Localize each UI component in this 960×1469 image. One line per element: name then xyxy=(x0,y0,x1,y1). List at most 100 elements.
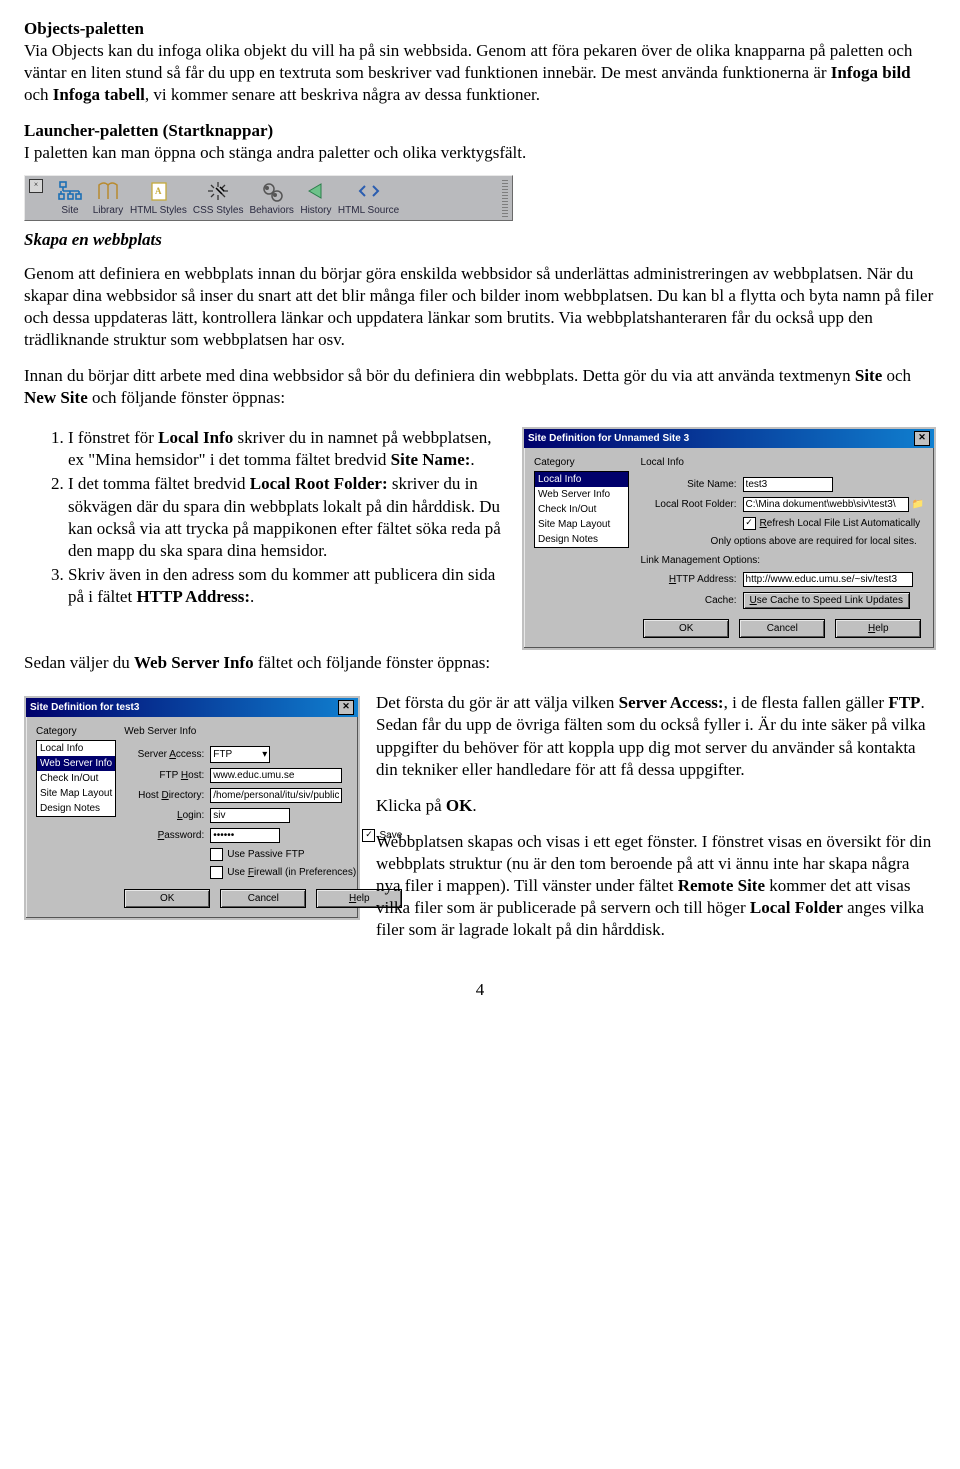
category-web-server-info[interactable]: Web Server Info xyxy=(535,487,628,502)
chevron-down-icon: ▾ xyxy=(262,748,267,761)
cssstyles-icon xyxy=(203,179,233,203)
cancel-button[interactable]: Cancel xyxy=(739,619,825,638)
close-icon[interactable]: ✕ xyxy=(914,431,930,446)
launcher-para: I paletten kan man öppna och stänga andr… xyxy=(24,143,526,162)
s4p3d: Local Folder xyxy=(750,898,843,917)
login-label: Login: xyxy=(124,809,204,822)
category-list[interactable]: Local Info Web Server Info Check In/Out … xyxy=(36,740,116,817)
sitename-input[interactable] xyxy=(743,477,833,492)
cancel-button[interactable]: Cancel xyxy=(220,889,306,908)
history-icon xyxy=(301,179,331,203)
pwd-label: Password: xyxy=(124,829,204,842)
dialog-titlebar[interactable]: Site Definition for Unnamed Site 3 ✕ xyxy=(524,429,934,448)
host-input[interactable] xyxy=(210,768,342,783)
s4p1c: , i de flesta fallen gäller xyxy=(724,693,889,712)
sitename-label: Site Name: xyxy=(641,478,737,491)
save-checkbox[interactable]: ✓ xyxy=(362,829,375,842)
launcher-item-htmlstyles[interactable]: A HTML Styles xyxy=(130,179,187,217)
cssstyles-label: CSS Styles xyxy=(193,204,244,217)
launcher-item-history[interactable]: History xyxy=(300,179,332,217)
firewall-checkbox[interactable] xyxy=(210,866,223,879)
close-icon[interactable]: ✕ xyxy=(338,700,354,715)
dir-label: Host Directory: xyxy=(124,789,204,802)
dir-input[interactable] xyxy=(210,788,342,803)
steps-list: I fönstret för Local Info skriver du in … xyxy=(24,427,508,608)
step-3: Skriv även in den adress som du kommer a… xyxy=(68,564,508,608)
help-button[interactable]: Help xyxy=(835,619,921,638)
s4p1d: FTP xyxy=(888,693,920,712)
site-label: Site xyxy=(61,204,78,217)
access-value: FTP xyxy=(213,748,232,761)
objects-p1b: och xyxy=(24,85,53,104)
library-label: Library xyxy=(93,204,124,217)
access-select[interactable]: FTP ▾ xyxy=(210,746,270,763)
s4p1a: Det första du gör är att välja vilken xyxy=(376,693,619,712)
htmlstyles-label: HTML Styles xyxy=(130,204,187,217)
panel-header: Local Info xyxy=(641,456,924,469)
s4p2a: Klicka på xyxy=(376,796,446,815)
dialog-title: Site Definition for test3 xyxy=(30,701,139,714)
svg-text:A: A xyxy=(155,186,162,196)
category-list[interactable]: Local Info Web Server Info Check In/Out … xyxy=(534,471,629,548)
category-local-info[interactable]: Local Info xyxy=(37,741,115,756)
launcher-item-site[interactable]: Site xyxy=(54,179,86,217)
skapa-b2b: New Site xyxy=(24,388,88,407)
htmlsource-icon xyxy=(354,179,384,203)
category-check-in-out[interactable]: Check In/Out xyxy=(535,502,628,517)
objects-p1c: , vi kommer senare att beskriva några av… xyxy=(145,85,540,104)
launcher-item-behaviors[interactable]: Behaviors xyxy=(249,179,293,217)
skapa-b2a: Site xyxy=(855,366,882,385)
objects-title: Objects-paletten xyxy=(24,19,144,38)
refresh-checkbox[interactable]: ✓ xyxy=(743,517,756,530)
category-check-in-out[interactable]: Check In/Out xyxy=(37,771,115,786)
folder-icon[interactable]: 📁 xyxy=(912,498,924,511)
s3c: . xyxy=(250,587,254,606)
step-2: I det tomma fältet bredvid Local Root Fo… xyxy=(68,473,508,561)
s2b: Local Root Folder: xyxy=(250,474,388,493)
site-definition-dialog-2: Site Definition for test3 ✕ Category Loc… xyxy=(24,696,360,920)
s3a: Skriv även in den adress som du kommer a… xyxy=(68,565,495,606)
launcher-item-htmlsource[interactable]: HTML Source xyxy=(338,179,399,217)
step-1: I fönstret för Local Info skriver du in … xyxy=(68,427,508,471)
category-design-notes[interactable]: Design Notes xyxy=(37,801,115,816)
ok-button[interactable]: OK xyxy=(124,889,210,908)
passive-checkbox[interactable] xyxy=(210,848,223,861)
s4p3b: Remote Site xyxy=(678,876,765,895)
launcher-item-library[interactable]: Library xyxy=(92,179,124,217)
category-local-info[interactable]: Local Info xyxy=(535,472,628,487)
root-input[interactable] xyxy=(743,497,909,512)
skapa-p2: Innan du börjar ditt arbete med dina web… xyxy=(24,365,936,409)
site-icon xyxy=(55,179,85,203)
login-input[interactable] xyxy=(210,808,290,823)
pwd-input[interactable] xyxy=(210,828,280,843)
htmlsource-label: HTML Source xyxy=(338,204,399,217)
launcher-item-cssstyles[interactable]: CSS Styles xyxy=(193,179,244,217)
skapa-title: Skapa en webbplats xyxy=(24,230,162,249)
s4p2c: . xyxy=(472,796,476,815)
cache-button[interactable]: Use Cache to Speed Link Updates xyxy=(743,592,910,609)
behaviors-label: Behaviors xyxy=(249,204,293,217)
category-site-map-layout[interactable]: Site Map Layout xyxy=(37,786,115,801)
s2a: I det tomma fältet bredvid xyxy=(68,474,250,493)
category-site-map-layout[interactable]: Site Map Layout xyxy=(535,517,628,532)
dialog-titlebar[interactable]: Site Definition for test3 ✕ xyxy=(26,698,358,717)
launcher-heading: Launcher-paletten (Startknappar) I palet… xyxy=(24,120,936,164)
s1e: . xyxy=(470,450,474,469)
htmlstyles-icon: A xyxy=(143,179,173,203)
close-icon[interactable]: × xyxy=(29,179,43,193)
post-a: Sedan väljer du xyxy=(24,653,134,672)
objects-p1a: Via Objects kan du infoga olika objekt d… xyxy=(24,41,912,82)
root-label: Local Root Folder: xyxy=(641,498,737,511)
ok-button[interactable]: OK xyxy=(643,619,729,638)
host-label: FTP Host: xyxy=(124,769,204,782)
post-c: fältet och följande fönster öppnas: xyxy=(254,653,491,672)
cache-label: Cache: xyxy=(641,594,737,607)
panel-header: Web Server Info xyxy=(124,725,402,738)
http-input[interactable] xyxy=(743,572,913,587)
history-label: History xyxy=(300,204,331,217)
dialog-title: Site Definition for Unnamed Site 3 xyxy=(528,432,689,445)
grip-icon[interactable] xyxy=(502,179,508,217)
category-design-notes[interactable]: Design Notes xyxy=(535,532,628,547)
s4p1b: Server Access: xyxy=(619,693,724,712)
category-web-server-info[interactable]: Web Server Info xyxy=(37,756,115,771)
